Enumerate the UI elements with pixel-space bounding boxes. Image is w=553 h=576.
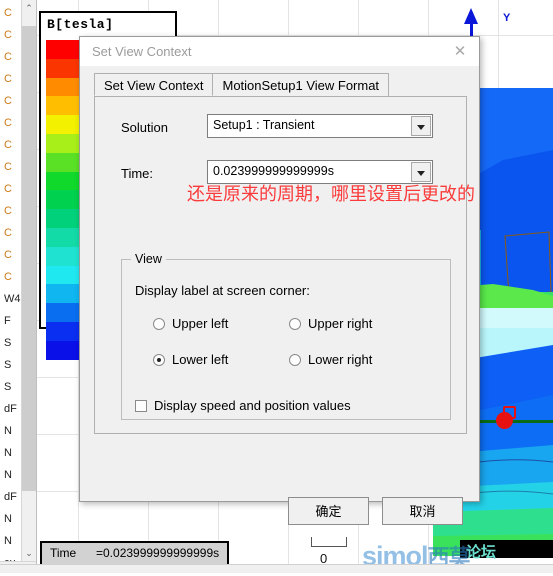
set-view-context-dialog: Set View Context ✕ Set View Context Moti… — [79, 36, 480, 525]
origin-hook-icon — [503, 406, 516, 419]
tree-item[interactable]: W4 — [0, 288, 22, 310]
display-label-caption: Display label at screen corner: — [135, 283, 310, 298]
y-axis-arrow — [464, 8, 478, 24]
ok-button[interactable]: 确定 — [288, 497, 369, 525]
scroll-down-arrow-icon[interactable]: ⌄ — [22, 545, 36, 561]
radio-lower-right-label: Lower right — [308, 352, 373, 367]
tree-item[interactable]: C — [0, 112, 22, 134]
radio-circle-selected-icon — [153, 354, 165, 366]
tree-item[interactable]: C — [0, 222, 22, 244]
radio-upper-left[interactable]: Upper left — [153, 316, 228, 331]
time-label: Time: — [121, 166, 154, 181]
solution-dropdown[interactable]: Setup1 : Transient — [207, 114, 433, 138]
window-bottom-strip — [0, 564, 553, 573]
radio-upper-right-label: Upper right — [308, 316, 373, 331]
radio-upper-left-label: Upper left — [172, 316, 229, 331]
close-icon[interactable]: ✕ — [445, 40, 475, 63]
time-status-label: Time — [50, 546, 77, 560]
tree-item[interactable]: C — [0, 2, 22, 24]
cancel-button[interactable]: 取消 — [382, 497, 463, 525]
tree-item[interactable]: S — [0, 354, 22, 376]
radio-upper-right[interactable]: Upper right — [289, 316, 372, 331]
watermark-forum-text: 论坛 — [466, 544, 497, 561]
chevron-down-icon[interactable] — [411, 162, 431, 182]
tree-item[interactable]: N — [0, 508, 22, 530]
tree-item[interactable]: S — [0, 332, 22, 354]
dialog-title: Set View Context — [92, 44, 192, 59]
tree-item[interactable]: C — [0, 24, 22, 46]
tree-item[interactable]: C — [0, 178, 22, 200]
tree-item[interactable]: S — [0, 376, 22, 398]
tree-item[interactable]: C — [0, 156, 22, 178]
radio-lower-left-label: Lower left — [172, 352, 229, 367]
red-annotation-text: 还是原来的周期，哪里设置后更改的 — [187, 184, 475, 204]
checkbox-display-speed-position-label: Display speed and position values — [154, 398, 351, 413]
checkbox-display-speed-position[interactable]: Display speed and position values — [135, 398, 351, 413]
tree-item[interactable]: C — [0, 266, 22, 288]
tree-item[interactable]: N — [0, 420, 22, 442]
project-tree-panel[interactable]: CCCCCCCCCCCCCW4FSSSdFNNNdFNNcuEIC ⌃ ⌄ » — [0, 0, 37, 573]
legend-title: B[tesla] — [47, 17, 114, 32]
scrollbar-thumb[interactable] — [22, 26, 36, 491]
scale-tick-mark — [311, 537, 347, 547]
tree-item[interactable]: C — [0, 90, 22, 112]
tree-item[interactable]: C — [0, 134, 22, 156]
radio-circle-icon — [153, 318, 165, 330]
tree-item[interactable]: C — [0, 46, 22, 68]
project-tree-list[interactable]: CCCCCCCCCCCCCW4FSSSdFNNNdFNNcuEIC — [0, 2, 22, 573]
tab-set-view-context[interactable]: Set View Context — [94, 73, 214, 96]
y-axis-label: Y — [503, 12, 511, 24]
radio-circle-icon — [289, 354, 301, 366]
view-groupbox-label: View — [131, 252, 166, 266]
tab-motionsetup1-view-format[interactable]: MotionSetup1 View Format — [212, 73, 390, 96]
time-status-value: =0.023999999999999s — [96, 546, 220, 560]
tree-item[interactable]: dF — [0, 486, 22, 508]
tree-item[interactable]: C — [0, 244, 22, 266]
tree-item[interactable]: dF — [0, 398, 22, 420]
time-value: 0.023999999999999s — [213, 164, 334, 178]
dialog-tab-panel: Solution Setup1 : Transient Time: 0.0239… — [94, 96, 467, 434]
solution-label: Solution — [121, 120, 168, 135]
tree-item[interactable]: C — [0, 200, 22, 222]
tree-item[interactable]: N — [0, 464, 22, 486]
checkbox-box-icon — [135, 400, 147, 412]
chevron-down-icon[interactable] — [411, 116, 431, 136]
radio-lower-right[interactable]: Lower right — [289, 352, 372, 367]
dialog-titlebar[interactable]: Set View Context ✕ — [80, 37, 479, 66]
time-status-readout: Time =0.023999999999999s — [40, 541, 230, 566]
tree-vertical-scrollbar[interactable]: ⌃ ⌄ — [21, 0, 36, 561]
dialog-tabstrip[interactable]: Set View Context MotionSetup1 View Forma… — [94, 73, 390, 97]
tree-item[interactable]: C — [0, 68, 22, 90]
solution-value: Setup1 : Transient — [213, 118, 315, 132]
radio-circle-icon — [289, 318, 301, 330]
tree-item[interactable]: F — [0, 310, 22, 332]
tree-item[interactable]: N — [0, 530, 22, 552]
radio-lower-left[interactable]: Lower left — [153, 352, 228, 367]
scroll-up-arrow-icon[interactable]: ⌃ — [22, 0, 36, 16]
tree-item[interactable]: N — [0, 442, 22, 464]
